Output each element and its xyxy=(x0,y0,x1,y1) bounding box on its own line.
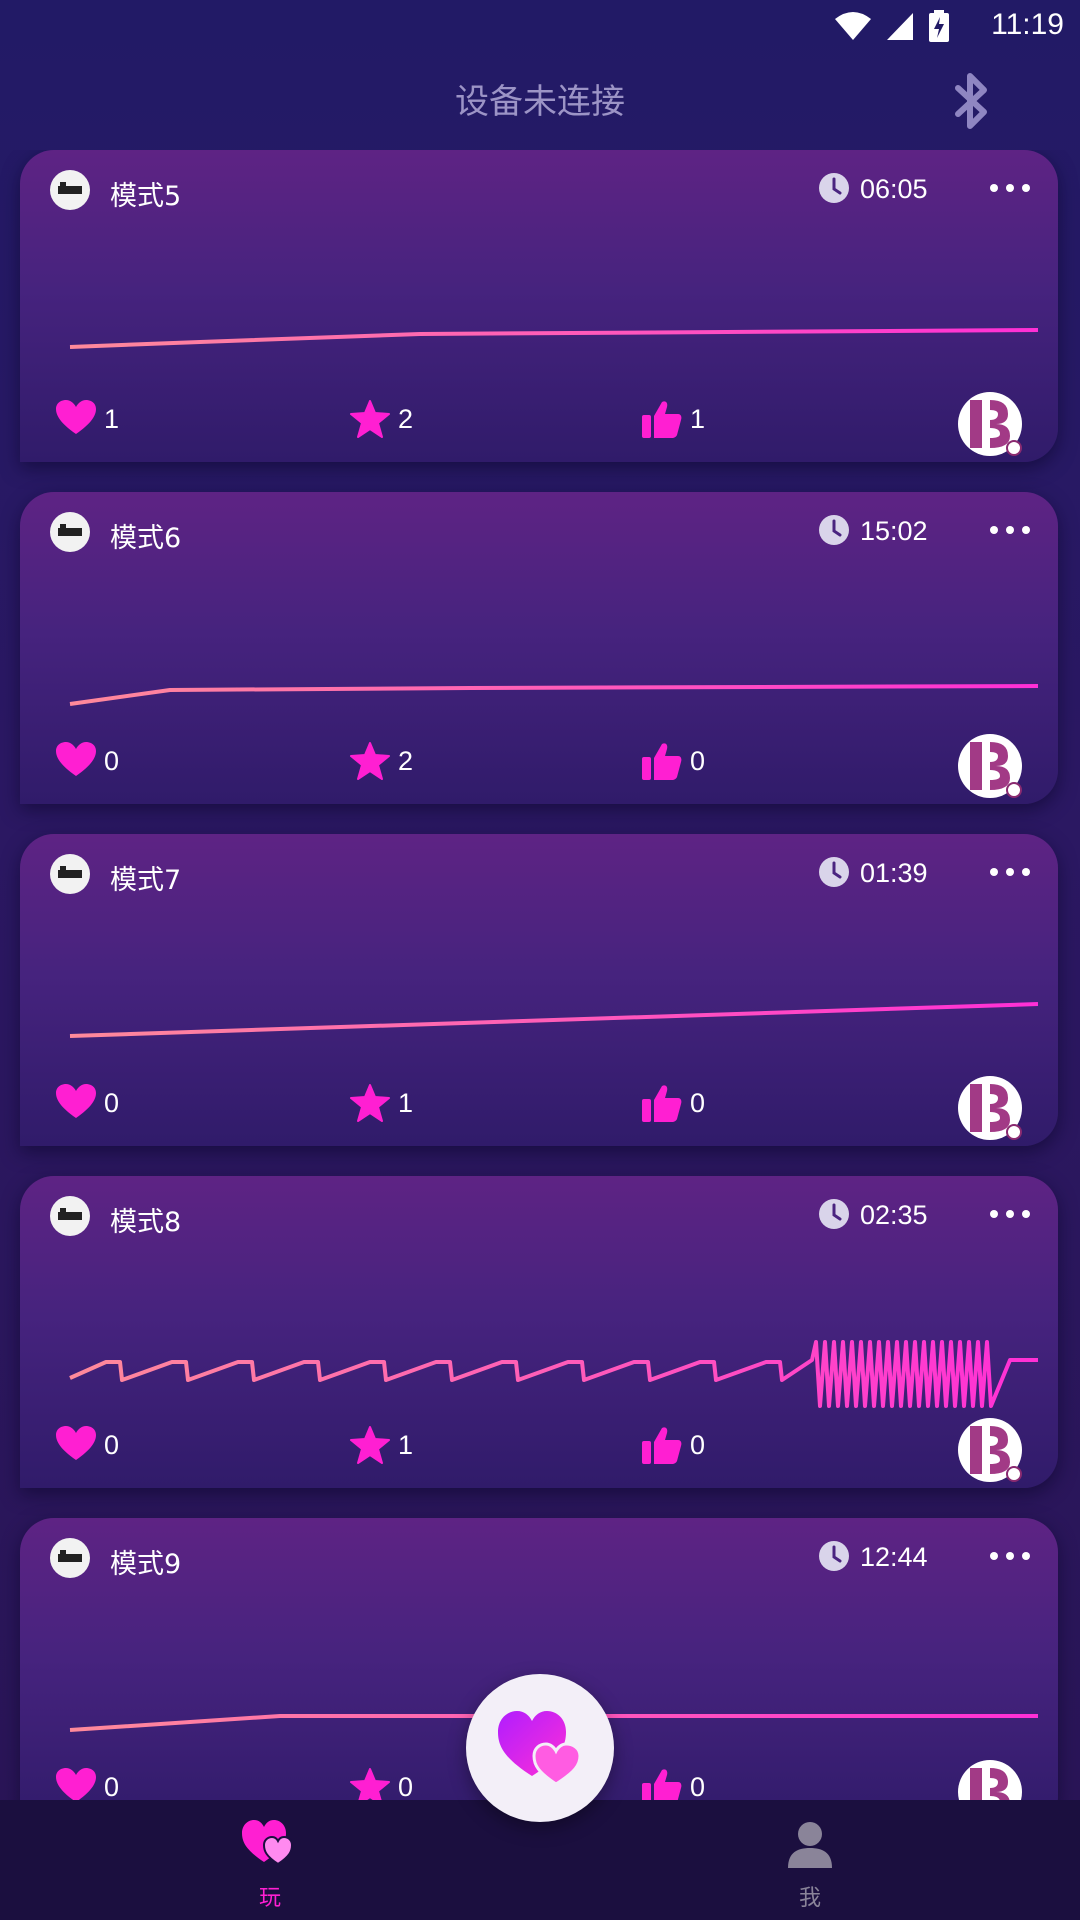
pattern-avatar xyxy=(50,1538,90,1578)
signal-icon xyxy=(886,13,913,40)
pattern-title: 模式6 xyxy=(110,523,182,554)
pattern-waveform xyxy=(69,328,1038,349)
clock-icon xyxy=(819,1199,849,1229)
thumbs-up-count: 0 xyxy=(690,746,706,776)
thumbs-up-icon xyxy=(642,1085,682,1122)
pattern-avatar xyxy=(50,170,90,210)
thumbs-up-count: 0 xyxy=(690,1088,706,1118)
clock-icon xyxy=(819,173,849,203)
connection-status-title: 设备未连接 xyxy=(455,82,625,122)
thumbs-up-icon xyxy=(642,1427,682,1464)
clock-icon xyxy=(819,857,849,887)
more-options-icon[interactable] xyxy=(986,854,1034,890)
random-play-button[interactable] xyxy=(466,1674,614,1822)
bluetooth-icon[interactable] xyxy=(948,70,996,132)
favorite-count: 0 xyxy=(398,1772,414,1800)
pattern-avatar xyxy=(50,1196,90,1236)
pattern-avatar xyxy=(50,854,90,894)
nav-label-play: 玩 xyxy=(258,1886,281,1911)
nav-tab-me[interactable]: 我 xyxy=(760,1820,860,1911)
pattern-title: 模式5 xyxy=(110,181,182,212)
star-icon xyxy=(350,1768,390,1800)
favorite-count: 2 xyxy=(398,404,414,434)
creator-avatar[interactable] xyxy=(956,1416,1024,1484)
hearts-icon xyxy=(498,1711,582,1786)
heart-icon xyxy=(56,1084,96,1118)
pattern-duration: 12:44 xyxy=(860,1542,928,1572)
wifi-icon xyxy=(834,12,871,40)
heart-icon xyxy=(56,1768,96,1800)
pattern-duration: 15:02 xyxy=(860,516,928,546)
creator-avatar[interactable] xyxy=(956,732,1024,800)
pattern-card[interactable]: 模式5 06:05 1 2 1 xyxy=(20,150,1058,462)
status-bar: 11:19 xyxy=(0,0,1080,50)
star-icon xyxy=(350,1084,390,1122)
more-options-icon[interactable] xyxy=(986,512,1034,548)
nav-label-me: 我 xyxy=(798,1886,821,1911)
thumbs-up-count: 0 xyxy=(690,1772,706,1800)
thumbs-up-icon xyxy=(642,401,682,438)
creator-avatar[interactable] xyxy=(956,1074,1024,1142)
pattern-card[interactable]: 模式7 01:39 0 1 0 xyxy=(20,834,1058,1146)
pattern-title: 模式9 xyxy=(110,1549,182,1580)
heart-icon xyxy=(56,400,96,434)
pattern-duration: 01:39 xyxy=(860,858,928,888)
more-options-icon[interactable] xyxy=(986,170,1034,206)
like-count: 0 xyxy=(104,1088,120,1118)
pattern-avatar xyxy=(50,512,90,552)
like-count: 1 xyxy=(104,404,120,434)
favorite-count: 1 xyxy=(398,1088,414,1118)
favorite-count: 1 xyxy=(398,1430,414,1460)
pattern-waveform xyxy=(69,684,1038,706)
battery-charging-icon xyxy=(929,10,949,42)
status-icons xyxy=(826,10,950,42)
clock-icon xyxy=(819,515,849,545)
pattern-title: 模式7 xyxy=(110,865,182,896)
star-icon xyxy=(350,400,390,438)
thumbs-up-icon xyxy=(642,1769,682,1800)
app-root: 11:19 设备未连接 模式5 06:05 1 2 1 模式6 15:02 0 … xyxy=(0,0,1080,1920)
heart-icon xyxy=(56,1426,96,1460)
pattern-card[interactable]: 模式8 02:35 0 1 0 xyxy=(20,1176,1058,1488)
more-options-icon[interactable] xyxy=(986,1538,1034,1574)
hearts-icon xyxy=(242,1820,294,1866)
nav-tab-play[interactable]: 玩 xyxy=(220,1820,320,1911)
pattern-title: 模式8 xyxy=(110,1207,182,1238)
favorite-count: 2 xyxy=(398,746,414,776)
thumbs-up-count: 1 xyxy=(690,404,706,434)
pattern-waveform xyxy=(69,1002,1038,1038)
like-count: 0 xyxy=(104,1772,120,1800)
app-header: 设备未连接 xyxy=(0,62,1080,142)
pattern-waveform xyxy=(69,1340,1038,1408)
creator-avatar[interactable] xyxy=(956,1758,1024,1800)
pattern-duration: 06:05 xyxy=(860,174,928,204)
thumbs-up-count: 0 xyxy=(690,1430,706,1460)
star-icon xyxy=(350,742,390,780)
heart-icon xyxy=(56,742,96,776)
user-icon xyxy=(788,1822,832,1868)
more-options-icon[interactable] xyxy=(986,1196,1034,1232)
creator-avatar[interactable] xyxy=(956,390,1024,458)
pattern-card[interactable]: 模式6 15:02 0 2 0 xyxy=(20,492,1058,804)
clock-icon xyxy=(819,1541,849,1571)
pattern-duration: 02:35 xyxy=(860,1200,928,1230)
star-icon xyxy=(350,1426,390,1464)
like-count: 0 xyxy=(104,1430,120,1460)
status-time: 11:19 xyxy=(991,8,1064,41)
thumbs-up-icon xyxy=(642,743,682,780)
like-count: 0 xyxy=(104,746,120,776)
pattern-feed[interactable]: 模式5 06:05 1 2 1 模式6 15:02 0 2 0 模式7 01:3… xyxy=(0,150,1080,1800)
